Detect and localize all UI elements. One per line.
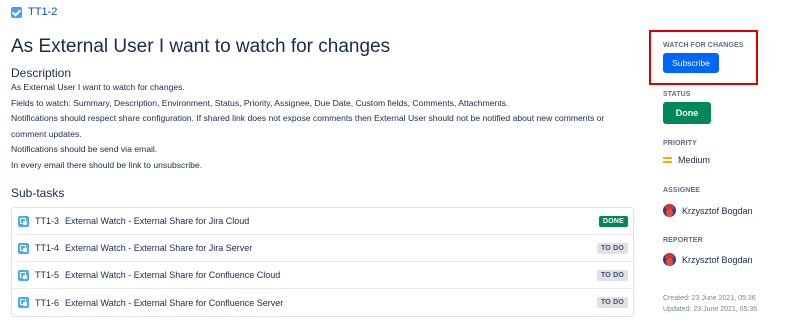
subtask-summary[interactable]: External Watch - External Share for Jira…: [65, 216, 599, 226]
subtask-row[interactable]: TT1-4 External Watch - External Share fo…: [12, 235, 633, 262]
subtask-icon: [18, 215, 29, 227]
subtask-icon: [18, 242, 29, 254]
status-badge: TO DO: [596, 269, 628, 281]
reporter-field[interactable]: Krzysztof Bogdan: [663, 253, 753, 266]
reporter-label: REPORTER: [663, 237, 703, 244]
description-line: As External User I want to watch for cha…: [11, 82, 185, 92]
status-badge: DONE: [598, 215, 628, 227]
priority-medium-icon: [663, 157, 672, 163]
subtask-row[interactable]: TT1-5 External Watch - External Share fo…: [12, 262, 633, 289]
page-title: As External User I want to watch for cha…: [11, 36, 391, 57]
subtask-key[interactable]: TT1-6: [35, 298, 59, 308]
subtask-list: TT1-3 External Watch - External Share fo…: [11, 207, 634, 317]
breadcrumb: TT1-2: [11, 6, 57, 18]
subscribe-button[interactable]: Subscribe: [663, 53, 719, 73]
created-timestamp: Created: 23 June 2021, 05:36: [663, 295, 756, 302]
description-line: Notifications should respect share confi…: [11, 113, 605, 139]
subtask-row[interactable]: TT1-6 External Watch - External Share fo…: [12, 289, 633, 316]
avatar: [663, 253, 676, 266]
status-badge: TO DO: [596, 242, 628, 254]
status-button[interactable]: Done: [663, 102, 711, 124]
assignee-label: ASSIGNEE: [663, 187, 700, 194]
description-line: Notifications should be send via email.: [11, 144, 158, 155]
watch-label: WATCH FOR CHANGES: [663, 42, 744, 49]
story-icon: [11, 6, 22, 18]
avatar: [663, 204, 676, 217]
updated-timestamp: Updated: 23 June 2021, 05:36: [663, 306, 758, 313]
assignee-name: Krzysztof Bogdan: [682, 205, 753, 216]
subtask-icon: [18, 297, 29, 308]
subtask-summary[interactable]: External Watch - External Share for Conf…: [65, 270, 597, 280]
description-line: In every email there should be link to u…: [11, 159, 203, 170]
subtask-key[interactable]: TT1-4: [35, 243, 59, 253]
issue-key-link[interactable]: TT1-2: [28, 6, 57, 18]
status-badge: TO DO: [596, 297, 628, 308]
description-label: Description: [11, 66, 72, 80]
subtask-icon: [18, 269, 29, 281]
priority-field[interactable]: Medium: [663, 155, 710, 165]
subtask-summary[interactable]: External Watch - External Share for Jira…: [65, 243, 597, 253]
timestamps: Created: 23 June 2021, 05:36 Updated: 23…: [663, 293, 757, 315]
subtask-row[interactable]: TT1-3 External Watch - External Share fo…: [12, 208, 633, 235]
subtask-key[interactable]: TT1-3: [35, 216, 59, 226]
status-label: STATUS: [663, 91, 691, 98]
priority-label: PRIORITY: [663, 140, 697, 147]
priority-value: Medium: [678, 155, 711, 165]
subtasks-label: Sub-tasks: [11, 186, 65, 200]
assignee-field[interactable]: Krzysztof Bogdan: [663, 204, 753, 217]
description-body: As External User I want to watch for cha…: [11, 80, 621, 174]
subtask-summary[interactable]: External Watch - External Share for Conf…: [65, 298, 597, 308]
subtask-key[interactable]: TT1-5: [35, 270, 59, 280]
reporter-name: Krzysztof Bogdan: [682, 254, 753, 265]
description-line: Fields to watch: Summary, Description, E…: [11, 97, 509, 108]
